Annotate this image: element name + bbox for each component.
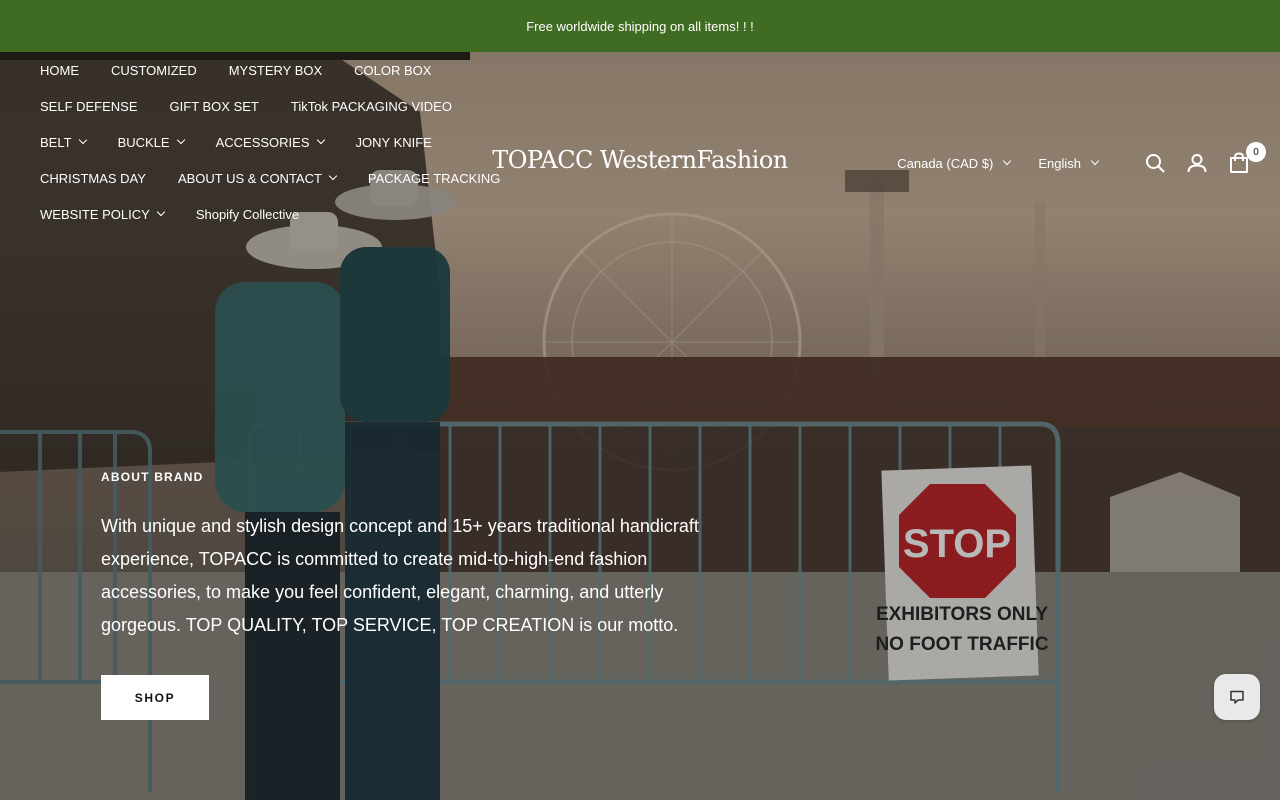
nav-label: HOME xyxy=(40,62,79,78)
language-selector[interactable]: English xyxy=(1038,155,1100,171)
nav-label: COLOR BOX xyxy=(354,62,432,78)
nav-label: GIFT BOX SET xyxy=(169,98,259,114)
chat-button[interactable] xyxy=(1214,674,1260,720)
nav-self-defense[interactable]: SELF DEFENSE xyxy=(40,99,138,114)
nav-label: TikTok PACKAGING VIDEO xyxy=(290,98,452,114)
nav-color-box[interactable]: COLOR BOX xyxy=(354,63,431,78)
chevron-down-icon xyxy=(156,207,166,217)
nav-website-policy[interactable]: WEBSITE POLICY xyxy=(40,206,166,222)
store-logo[interactable]: TOPACC WesternFashion xyxy=(470,146,810,174)
nav-label: JONY KNIFE xyxy=(355,134,432,150)
nav-accessories[interactable]: ACCESSORIES xyxy=(215,134,325,150)
nav-label: MYSTERY BOX xyxy=(228,62,323,78)
nav-row-4: CHRISTMAS DAY ABOUT US & CONTACT PACKAGE… xyxy=(40,160,500,196)
announcement-bar: Free worldwide shipping on all items! ! … xyxy=(0,0,1280,52)
nav-customized[interactable]: CUSTOMIZED xyxy=(111,63,197,78)
country-value: Canada (CAD $) xyxy=(897,155,994,171)
nav-row-5: WEBSITE POLICY Shopify Collective xyxy=(40,196,480,232)
chevron-down-icon xyxy=(176,135,185,145)
nav-label: ABOUT US & CONTACT xyxy=(177,170,322,186)
about-eyebrow: ABOUT BRAND xyxy=(101,470,204,484)
nav-tiktok-packaging-video[interactable]: TikTok PACKAGING VIDEO xyxy=(291,99,452,114)
shop-button[interactable]: SHOP xyxy=(101,675,209,720)
announcement-text: Free worldwide shipping on all items! ! … xyxy=(526,18,754,34)
nav-jony-knife[interactable]: JONY KNIFE xyxy=(356,135,432,150)
nav-label: Shopify Collective xyxy=(195,206,300,222)
search-icon xyxy=(1146,154,1165,173)
nav-about-us-contact[interactable]: ABOUT US & CONTACT xyxy=(177,170,338,186)
nav-label: BUCKLE xyxy=(117,134,170,150)
about-brand-section: ABOUT BRAND With unique and stylish desi… xyxy=(101,470,701,642)
nav-row-1: HOME CUSTOMIZED MYSTERY BOX COLOR BOX xyxy=(40,52,480,88)
nav-gift-box-set[interactable]: GIFT BOX SET xyxy=(170,99,259,114)
nav-buckle[interactable]: BUCKLE xyxy=(117,134,185,150)
chevron-down-icon xyxy=(1090,156,1100,166)
main-navigation: HOME CUSTOMIZED MYSTERY BOX COLOR BOX SE… xyxy=(40,52,500,232)
nav-label: BELT xyxy=(40,134,72,150)
nav-label: ACCESSORIES xyxy=(215,134,310,150)
nav-label: CUSTOMIZED xyxy=(111,62,197,78)
nav-belt[interactable]: BELT xyxy=(40,134,87,150)
chevron-down-icon xyxy=(1003,156,1012,166)
account-icon xyxy=(1187,154,1207,173)
nav-row-3: BELT BUCKLE ACCESSORIES JONY KNIFE xyxy=(40,124,480,160)
cart-button[interactable]: 0 xyxy=(1226,142,1266,176)
chevron-down-icon xyxy=(316,135,325,145)
nav-home[interactable]: HOME xyxy=(40,63,79,78)
nav-label: WEBSITE POLICY xyxy=(40,206,150,222)
nav-label: CHRISTMAS DAY xyxy=(40,170,146,186)
language-value: English xyxy=(1038,155,1081,171)
chat-icon xyxy=(1230,690,1244,704)
nav-christmas-day[interactable]: CHRISTMAS DAY xyxy=(40,171,146,186)
chevron-down-icon xyxy=(328,171,338,181)
nav-shopify-collective[interactable]: Shopify Collective xyxy=(196,207,299,222)
cart-count-badge: 0 xyxy=(1246,142,1266,162)
about-text: With unique and stylish design concept a… xyxy=(101,516,699,635)
nav-row-2: SELF DEFENSE GIFT BOX SET TikTok PACKAGI… xyxy=(40,88,480,124)
chevron-down-icon xyxy=(78,135,87,145)
nav-label: SELF DEFENSE xyxy=(40,98,138,114)
nav-mystery-box[interactable]: MYSTERY BOX xyxy=(229,63,322,78)
account-button[interactable] xyxy=(1184,150,1210,176)
header-actions: Canada (CAD $) English 0 xyxy=(897,142,1266,180)
country-selector[interactable]: Canada (CAD $) xyxy=(897,155,1012,171)
search-button[interactable] xyxy=(1142,150,1168,176)
